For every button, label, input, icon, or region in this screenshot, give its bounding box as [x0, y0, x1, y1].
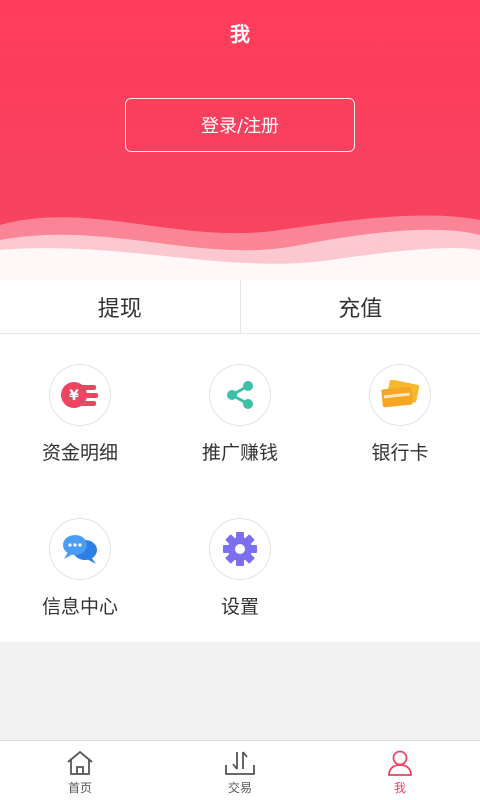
menu-item-bank-card[interactable]: 银行卡	[320, 334, 480, 488]
menu-item-message-center[interactable]: 信息中心	[0, 488, 160, 642]
trade-icon	[225, 751, 255, 775]
page-title: 我	[230, 22, 250, 46]
settings-icon-wrap	[209, 518, 271, 580]
share-icon	[227, 381, 253, 409]
tab-home[interactable]: 首页	[0, 741, 160, 800]
withdraw-button[interactable]: 提现	[0, 280, 240, 333]
menu-item-fund-details[interactable]: ¥ 资金明细	[0, 334, 160, 488]
bottom-tab-bar: 首页 交易 我	[0, 740, 480, 800]
gear-icon	[223, 532, 257, 566]
recharge-button[interactable]: 充值	[239, 280, 480, 333]
promote-icon-wrap	[209, 364, 271, 426]
svg-text:¥: ¥	[69, 388, 79, 404]
tab-trade[interactable]: 交易	[160, 741, 320, 800]
menu-label: 设置	[220, 596, 259, 618]
tab-me[interactable]: 我	[320, 741, 480, 800]
bank-card-icon-wrap	[369, 364, 431, 426]
tab-me-label: 我	[393, 781, 406, 795]
menu-label: 资金明细	[41, 442, 118, 464]
menu-grid: ¥ 资金明细 推广赚钱 银行卡 信息中心 设置	[0, 334, 480, 642]
menu-label: 银行卡	[371, 442, 429, 464]
tab-trade-label: 交易	[227, 781, 252, 795]
message-center-icon-wrap	[49, 518, 111, 580]
menu-item-settings[interactable]: 设置	[160, 488, 320, 642]
home-icon	[67, 750, 93, 775]
login-register-button[interactable]: 登录/注册	[125, 98, 355, 152]
wallet-actions: 提现 充值	[0, 280, 480, 334]
chat-bubbles-icon	[63, 535, 97, 564]
money-yen-icon: ¥	[61, 382, 98, 408]
menu-label: 信息中心	[41, 596, 118, 618]
menu-label: 推广赚钱	[201, 442, 278, 464]
profile-header: 我 登录/注册	[0, 0, 480, 280]
bank-card-icon	[381, 380, 420, 408]
user-icon	[388, 750, 412, 776]
tab-home-label: 首页	[67, 781, 92, 795]
header-wave-decoration	[0, 215, 480, 280]
menu-item-promote[interactable]: 推广赚钱	[160, 334, 320, 488]
fund-details-icon-wrap: ¥	[49, 364, 111, 426]
